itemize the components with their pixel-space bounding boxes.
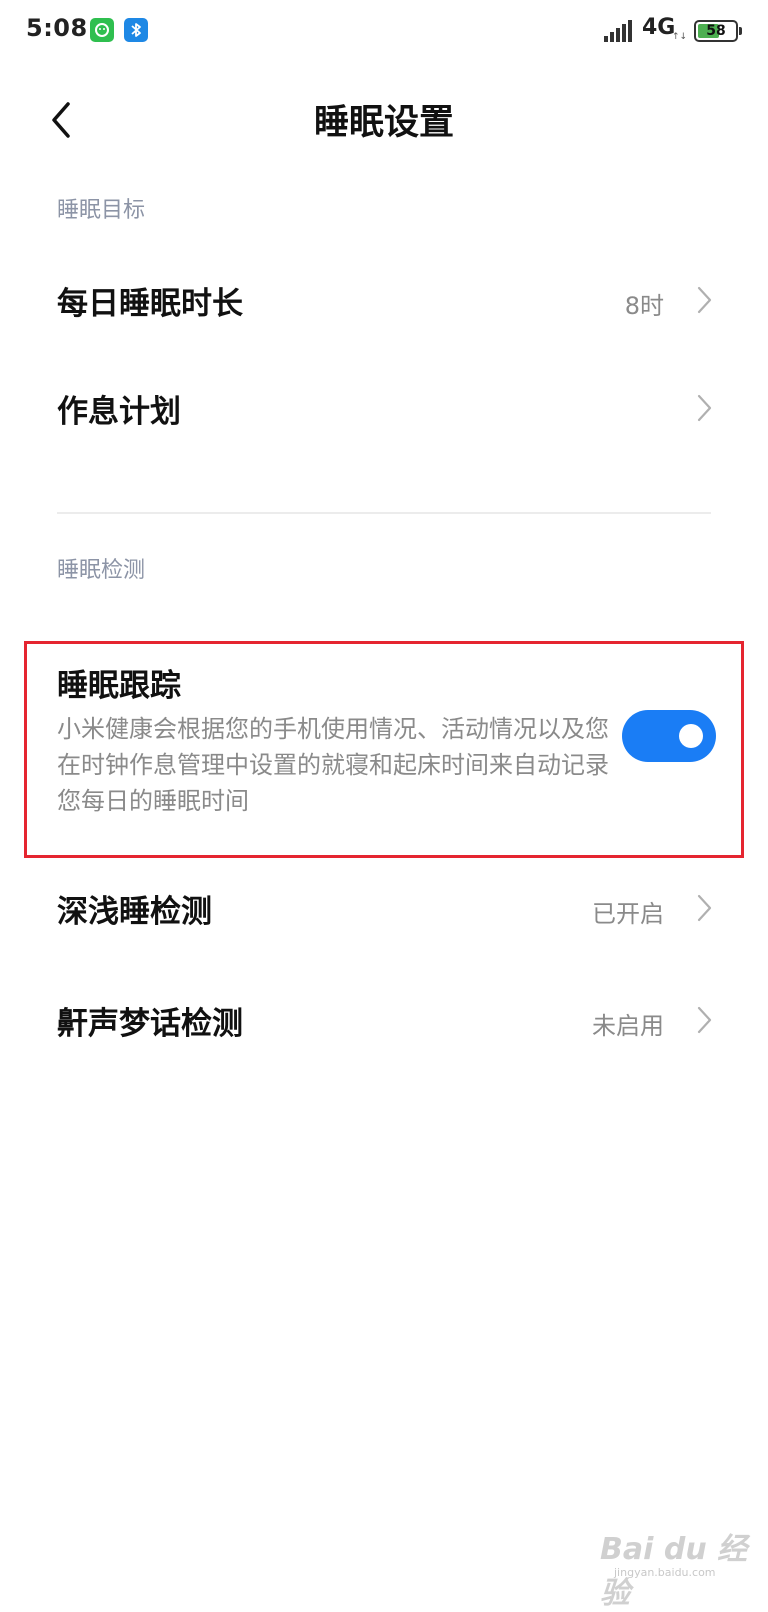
sleep-tracking-title: 睡眠跟踪 <box>57 668 181 704</box>
watermark-url: jingyan.baidu.com <box>614 1566 716 1579</box>
section-header-goal: 睡眠目标 <box>57 198 146 223</box>
chevron-right-icon <box>697 894 712 922</box>
snore-sleeptalk-label: 鼾声梦话检测 <box>57 1006 243 1042</box>
schedule-plan-row[interactable]: 作息计划 <box>0 358 768 458</box>
signal-icon <box>604 20 632 42</box>
snore-sleeptalk-value: 未启用 <box>592 1012 664 1040</box>
status-bar: 5:08 4G ↑↓ 58 <box>0 0 768 64</box>
section-divider <box>57 512 711 514</box>
chevron-right-icon <box>697 394 712 422</box>
network-type: 4G <box>642 15 676 40</box>
deep-light-sleep-value: 已开启 <box>592 900 664 928</box>
daily-sleep-duration-value: 8时 <box>624 292 664 320</box>
battery-level: 58 <box>706 23 726 39</box>
bluetooth-icon <box>124 18 148 42</box>
battery-tip <box>739 27 742 35</box>
section-header-detection: 睡眠检测 <box>57 558 146 583</box>
sleep-tracking-toggle[interactable] <box>622 710 716 762</box>
deep-light-sleep-row[interactable]: 深浅睡检测 已开启 <box>0 858 768 958</box>
page-title: 睡眠设置 <box>313 103 454 143</box>
deep-light-sleep-label: 深浅睡检测 <box>57 894 212 930</box>
app-notification-icon <box>90 18 114 42</box>
data-activity-icon: ↑↓ <box>672 32 688 42</box>
sleep-tracking-description: 小米健康会根据您的手机使用情况、活动情况以及您在时钟作息管理中设置的就寝和起床时… <box>57 715 609 815</box>
chevron-right-icon <box>697 286 712 314</box>
daily-sleep-duration-row[interactable]: 每日睡眠时长 8时 <box>0 250 768 350</box>
snore-sleeptalk-row[interactable]: 鼾声梦话检测 未启用 <box>0 970 768 1070</box>
baidu-jingyan-watermark: Bai du 经验 jingyan.baidu.com <box>600 1524 750 1611</box>
battery-icon: 58 <box>694 20 738 42</box>
toggle-knob <box>679 724 703 748</box>
chevron-right-icon <box>697 1006 712 1034</box>
daily-sleep-duration-label: 每日睡眠时长 <box>57 286 243 322</box>
schedule-plan-label: 作息计划 <box>57 394 181 430</box>
status-time: 5:08 <box>26 14 88 42</box>
